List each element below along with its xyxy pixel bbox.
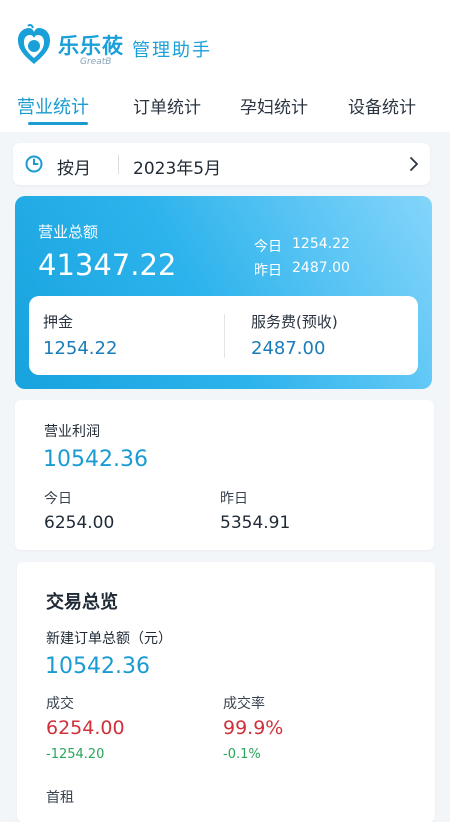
profit-today-value: 6254.00 xyxy=(44,513,115,533)
service-fee-value: 2487.00 xyxy=(251,338,326,359)
profit-title: 营业利润 xyxy=(44,424,100,440)
service-fee-label: 服务费(预收) xyxy=(251,313,338,331)
app-header: 乐乐莜 GreatB 管理助手 营业统计 订单统计 孕妇统计 设备统计 xyxy=(0,0,450,132)
new-orders-label: 新建订单总额（元） xyxy=(46,631,172,647)
profit-value: 10542.36 xyxy=(43,447,148,472)
first-rental-label: 首租 xyxy=(46,790,74,806)
deal-rate-label: 成交率 xyxy=(223,696,265,712)
new-orders-value: 10542.36 xyxy=(45,654,150,679)
revenue-card: 营业总额 41347.22 今日 1254.22 昨日 2487.00 押金 1… xyxy=(15,196,432,389)
revenue-yesterday-label: 昨日 xyxy=(254,263,282,279)
chevron-right-icon[interactable] xyxy=(408,156,420,172)
revenue-title: 营业总额 xyxy=(38,223,99,241)
tab-bar: 营业统计 订单统计 孕妇统计 设备统计 xyxy=(0,88,450,128)
deal-rate-delta: -0.1% xyxy=(223,747,261,762)
tab-order-stats[interactable]: 订单统计 xyxy=(133,93,201,118)
selected-month: 2023年5月 xyxy=(133,159,222,179)
tab-pregnant-stats[interactable]: 孕妇统计 xyxy=(240,93,308,118)
revenue-total: 41347.22 xyxy=(38,248,177,282)
clock-icon xyxy=(25,155,43,173)
logo-subtext: GreatB xyxy=(80,57,112,67)
deal-value: 6254.00 xyxy=(46,717,125,739)
revenue-today-label: 今日 xyxy=(254,239,282,255)
profit-card: 营业利润 10542.36 今日 6254.00 昨日 5354.91 xyxy=(15,400,434,550)
logo-heart-icon xyxy=(18,24,50,64)
period-mode: 按月 xyxy=(57,159,91,179)
transaction-title: 交易总览 xyxy=(46,592,118,613)
profit-yesterday-value: 5354.91 xyxy=(220,513,291,533)
profit-yesterday-label: 昨日 xyxy=(220,491,248,507)
month-selector[interactable]: 按月 2023年5月 xyxy=(13,143,430,185)
deal-rate-value: 99.9% xyxy=(223,717,284,739)
tab-device-stats[interactable]: 设备统计 xyxy=(348,93,416,118)
app-title: 管理助手 xyxy=(132,40,212,61)
logo-text: 乐乐莜 xyxy=(58,34,124,58)
tab-business-stats[interactable]: 营业统计 xyxy=(17,93,89,119)
revenue-yesterday-value: 2487.00 xyxy=(292,260,350,276)
revenue-breakdown: 押金 1254.22 服务费(预收) 2487.00 xyxy=(29,296,418,375)
deposit-value: 1254.22 xyxy=(43,338,118,359)
deal-delta: -1254.20 xyxy=(46,747,105,762)
deposit-label: 押金 xyxy=(43,313,74,331)
divider xyxy=(118,155,119,174)
divider xyxy=(224,314,225,358)
deal-label: 成交 xyxy=(46,696,74,712)
profit-today-label: 今日 xyxy=(44,491,72,507)
transaction-overview-card: 交易总览 新建订单总额（元） 10542.36 成交 6254.00 -1254… xyxy=(17,562,435,822)
revenue-today-value: 1254.22 xyxy=(292,236,350,252)
active-tab-indicator xyxy=(28,122,88,125)
